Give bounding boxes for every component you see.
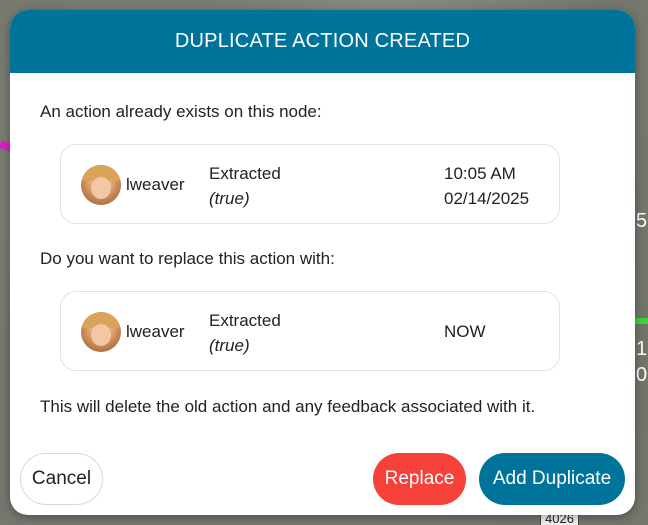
action-value: (true) — [209, 189, 250, 208]
action-type: Extracted (true) — [209, 161, 281, 211]
existing-action-card: lweaver Extracted (true) 10:05 AM 02/14/… — [60, 144, 560, 224]
warning-text: This will delete the old action and any … — [40, 397, 536, 416]
action-user: lweaver — [126, 175, 185, 194]
map-label: 17 — [636, 338, 648, 360]
replace-question-text: Do you want to replace this action with: — [40, 249, 335, 268]
map-label: 5 — [636, 210, 648, 232]
avatar — [81, 165, 121, 205]
new-action-card: lweaver Extracted (true) NOW — [60, 291, 560, 371]
replace-button[interactable]: Replace — [373, 453, 466, 505]
map-label: 05 — [636, 364, 648, 386]
action-name: Extracted — [209, 311, 281, 330]
action-name: Extracted — [209, 164, 281, 183]
action-date: 02/14/2025 — [444, 189, 530, 208]
avatar — [81, 312, 121, 352]
action-value: (true) — [209, 336, 250, 355]
duplicate-action-dialog: DUPLICATE ACTION CREATED An action alrea… — [10, 10, 635, 515]
cancel-button[interactable]: Cancel — [20, 453, 103, 505]
action-time: NOW — [444, 322, 486, 341]
action-user: lweaver — [126, 322, 185, 341]
dialog-header: DUPLICATE ACTION CREATED — [10, 10, 635, 73]
action-time: 10:05 AM — [444, 164, 516, 183]
action-type: Extracted (true) — [209, 308, 281, 358]
add-duplicate-button[interactable]: Add Duplicate — [479, 453, 625, 505]
dialog-title: DUPLICATE ACTION CREATED — [174, 30, 471, 52]
existing-action-text: An action already exists on this node: — [40, 102, 322, 121]
action-timestamp: 10:05 AM 02/14/2025 — [444, 161, 529, 211]
